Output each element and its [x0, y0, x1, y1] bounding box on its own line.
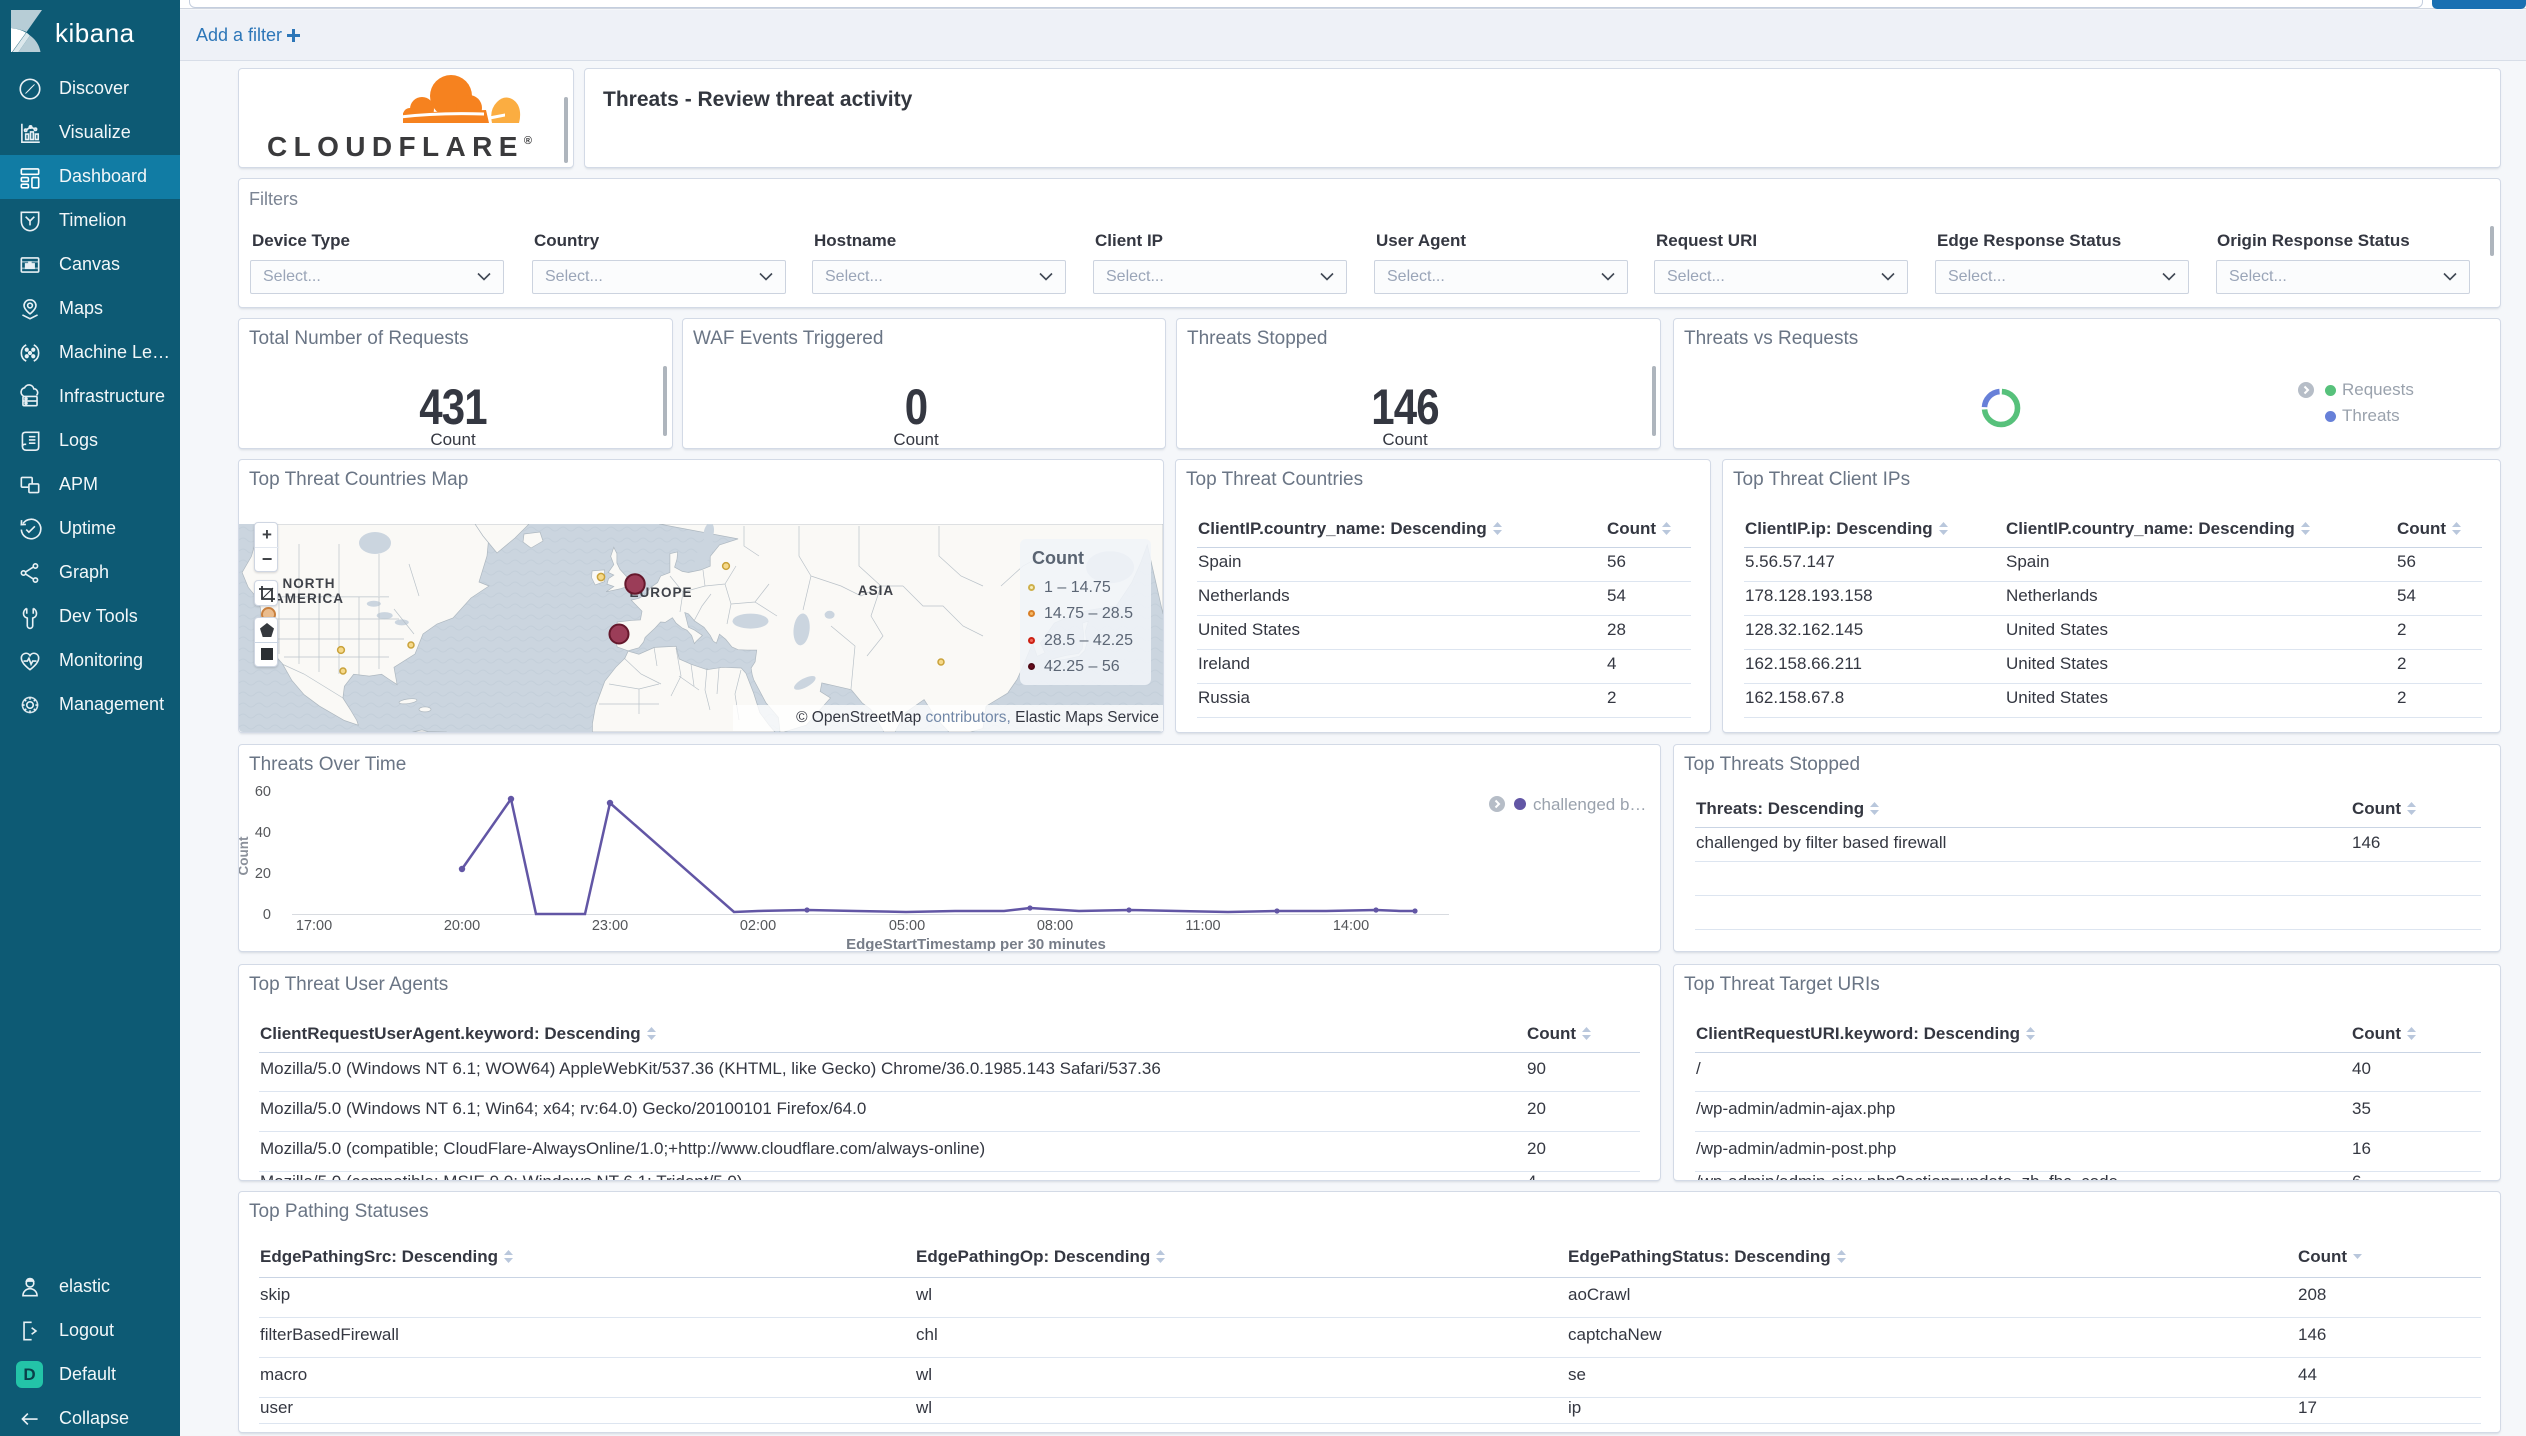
- svg-text:ASIA: ASIA: [858, 583, 894, 598]
- svg-text:14:00: 14:00: [1333, 918, 1369, 934]
- svg-text:20:00: 20:00: [444, 918, 480, 934]
- svg-text:02:00: 02:00: [740, 918, 776, 934]
- svg-text:40: 40: [255, 825, 271, 841]
- svg-text:0: 0: [263, 907, 271, 923]
- svg-text:17:00: 17:00: [296, 918, 332, 934]
- svg-text:NORTH: NORTH: [283, 576, 336, 591]
- svg-text:08:00: 08:00: [1037, 918, 1073, 934]
- svg-text:20: 20: [255, 866, 271, 882]
- svg-text:Count: Count: [239, 836, 251, 875]
- svg-text:AMERICA: AMERICA: [274, 591, 344, 606]
- svg-text:11:00: 11:00: [1185, 918, 1220, 934]
- svg-text:EdgeStartTimestamp per 30 minu: EdgeStartTimestamp per 30 minutes: [846, 936, 1106, 951]
- svg-text:05:00: 05:00: [889, 918, 925, 934]
- svg-text:23:00: 23:00: [592, 918, 628, 934]
- svg-text:60: 60: [255, 784, 271, 800]
